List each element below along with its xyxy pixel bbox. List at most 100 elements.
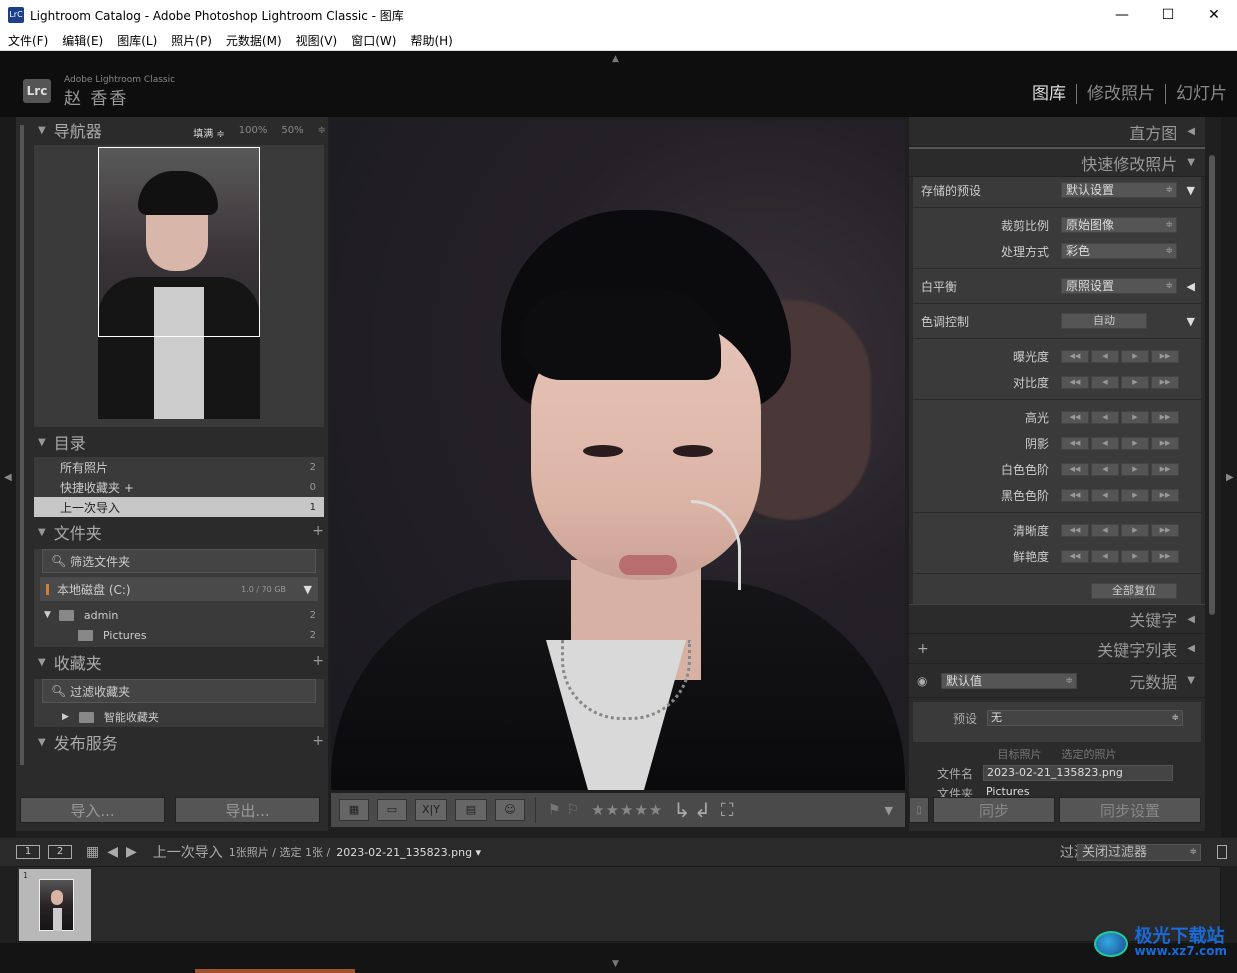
menu-metadata[interactable]: 元数据(M) (226, 32, 282, 49)
people-view-icon[interactable]: ☺ (495, 799, 525, 821)
close-button[interactable]: ✕ (1191, 0, 1237, 30)
step-up-icon[interactable]: ▶ (1121, 549, 1149, 563)
navigator-preview[interactable] (34, 145, 324, 427)
step-down-large-icon[interactable]: ◀◀ (1061, 488, 1089, 502)
step-up-icon[interactable]: ▶ (1121, 375, 1149, 389)
step-up-large-icon[interactable]: ▶▶ (1151, 549, 1179, 563)
module-slideshow[interactable]: 幻灯片 (1165, 84, 1237, 104)
add-folder-icon[interactable]: + (312, 523, 324, 539)
catalog-item-quick-collection[interactable]: 快捷收藏夹 + 0 (34, 477, 324, 497)
add-publish-service-icon[interactable]: + (312, 733, 324, 749)
metadata-header[interactable]: ◉ 默认值 ≑ 元数据 ▼ (909, 664, 1205, 698)
step-up-icon[interactable]: ▶ (1121, 410, 1149, 424)
filmstrip-filename[interactable]: 2023-02-21_135823.png ▾ (336, 846, 481, 859)
flag-reject-icon[interactable]: ⚐ (567, 802, 580, 818)
sync-button[interactable]: 同步 (933, 797, 1055, 823)
module-develop[interactable]: 修改照片 (1076, 84, 1165, 104)
zoom-100[interactable]: 100% (239, 125, 268, 140)
collapse-bottom-icon[interactable]: ▼ (612, 959, 619, 969)
step-down-icon[interactable]: ◀ (1091, 523, 1119, 537)
metadata-preset-select[interactable]: 无 ≑ (987, 710, 1183, 726)
filter-select[interactable]: 关闭过滤器 ≑ (1077, 843, 1201, 861)
minimize-button[interactable]: — (1099, 0, 1145, 30)
step-up-large-icon[interactable]: ▶▶ (1151, 436, 1179, 450)
catalog-item-all-photos[interactable]: 所有照片 2 (34, 457, 324, 477)
forward-arrow-icon[interactable]: ▶ (126, 844, 137, 860)
menu-edit[interactable]: 编辑(E) (62, 32, 103, 49)
filmstrip-source[interactable]: 上一次导入 (153, 842, 223, 862)
crop-ratio-select[interactable]: 原始图像 ≑ (1061, 217, 1177, 233)
disk-volume[interactable]: 本地磁盘 (C:) 1.0 / 70 GB ▼ (40, 577, 318, 601)
step-up-icon[interactable]: ▶ (1121, 349, 1149, 363)
menu-photo[interactable]: 照片(P) (171, 32, 212, 49)
step-down-large-icon[interactable]: ◀◀ (1061, 349, 1089, 363)
expand-triangle-icon[interactable]: ▼ (44, 610, 51, 620)
export-button[interactable]: 导出... (175, 797, 320, 823)
folder-item-admin[interactable]: ▼ admin 2 (34, 605, 324, 625)
zoom-more[interactable]: ≑ (318, 125, 326, 140)
auto-tone-button[interactable]: 自动 (1061, 313, 1147, 329)
step-down-icon[interactable]: ◀ (1091, 375, 1119, 389)
step-down-large-icon[interactable]: ◀◀ (1061, 410, 1089, 424)
metadata-view-select[interactable]: 默认值 ≑ (941, 673, 1077, 689)
expand-triangle-icon[interactable]: ▼ (1187, 315, 1195, 328)
rotate-left-icon[interactable]: ↳ (673, 798, 690, 822)
zoom-fill[interactable]: 填满 ≑ (193, 125, 225, 140)
collections-header[interactable]: ▼ 收藏夹 + (32, 649, 328, 675)
survey-view-icon[interactable]: ▤ (455, 799, 487, 821)
grid-view-icon[interactable]: ▦ (339, 799, 369, 821)
filter-lock-icon[interactable] (1217, 845, 1227, 859)
menu-help[interactable]: 帮助(H) (410, 32, 452, 49)
step-down-icon[interactable]: ◀ (1091, 436, 1119, 450)
loupe-view-icon[interactable]: ▭ (377, 799, 407, 821)
step-down-large-icon[interactable]: ◀◀ (1061, 549, 1089, 563)
crop-overlay-icon[interactable]: ⛶ (721, 800, 734, 821)
back-arrow-icon[interactable]: ◀ (107, 844, 118, 860)
secondary-window-button[interactable]: 2 (48, 845, 72, 859)
keyword-list-header[interactable]: + 关键字列表 ◀ (909, 634, 1205, 664)
flag-pick-icon[interactable]: ⚑ (548, 802, 561, 818)
step-down-icon[interactable]: ◀ (1091, 549, 1119, 563)
menu-library[interactable]: 图库(L) (117, 32, 157, 49)
collapse-triangle-icon[interactable]: ◀ (1187, 280, 1195, 293)
step-up-large-icon[interactable]: ▶▶ (1151, 375, 1179, 389)
eye-icon[interactable]: ◉ (917, 674, 927, 688)
smart-collections-item[interactable]: ▶ 智能收藏夹 (34, 707, 324, 727)
step-up-large-icon[interactable]: ▶▶ (1151, 410, 1179, 424)
treatment-select[interactable]: 彩色 ≑ (1061, 243, 1177, 259)
left-panel-scrollbar[interactable] (20, 125, 24, 765)
publish-header[interactable]: ▼ 发布服务 + (32, 729, 328, 755)
step-down-large-icon[interactable]: ◀◀ (1061, 375, 1089, 389)
filmstrip-thumbnail[interactable]: 1 (19, 869, 91, 941)
white-balance-select[interactable]: 原照设置 ≑ (1061, 278, 1177, 294)
add-keyword-icon[interactable]: + (917, 641, 929, 657)
rating-stars[interactable]: ★★★★★ (591, 801, 663, 819)
step-up-icon[interactable]: ▶ (1121, 488, 1149, 502)
collection-filter-input[interactable]: 🔍︎ 过滤收藏夹 (42, 679, 316, 703)
module-library[interactable]: 图库 (1022, 84, 1076, 104)
step-up-large-icon[interactable]: ▶▶ (1151, 462, 1179, 476)
menu-window[interactable]: 窗口(W) (351, 32, 396, 49)
menu-view[interactable]: 视图(V) (296, 32, 338, 49)
step-down-icon[interactable]: ◀ (1091, 488, 1119, 502)
step-up-large-icon[interactable]: ▶▶ (1151, 523, 1179, 537)
step-down-icon[interactable]: ◀ (1091, 410, 1119, 424)
filename-field[interactable]: 2023-02-21_135823.png (983, 765, 1173, 781)
catalog-item-previous-import[interactable]: 上一次导入 1 (34, 497, 324, 517)
compare-view-icon[interactable]: X|Y (415, 799, 447, 821)
histogram-header[interactable]: 直方图 ◀ (909, 117, 1205, 147)
zoom-50[interactable]: 50% (281, 125, 303, 140)
main-window-button[interactable]: 1 (16, 845, 40, 859)
step-down-large-icon[interactable]: ◀◀ (1061, 523, 1089, 537)
expand-triangle-icon[interactable]: ▶ (62, 712, 69, 722)
step-down-icon[interactable]: ◀ (1091, 349, 1119, 363)
collapse-left-icon[interactable]: ◀ (4, 472, 12, 483)
left-panel-edge[interactable]: ◀ (0, 117, 16, 837)
step-up-icon[interactable]: ▶ (1121, 523, 1149, 537)
add-collection-icon[interactable]: + (312, 653, 324, 669)
toolbar-options-icon[interactable]: ▼ (885, 804, 893, 817)
step-down-large-icon[interactable]: ◀◀ (1061, 436, 1089, 450)
folder-filter-input[interactable]: 🔍︎ 筛选文件夹 (42, 549, 316, 573)
collapse-right-icon[interactable]: ▶ (1226, 472, 1234, 483)
step-up-large-icon[interactable]: ▶▶ (1151, 349, 1179, 363)
